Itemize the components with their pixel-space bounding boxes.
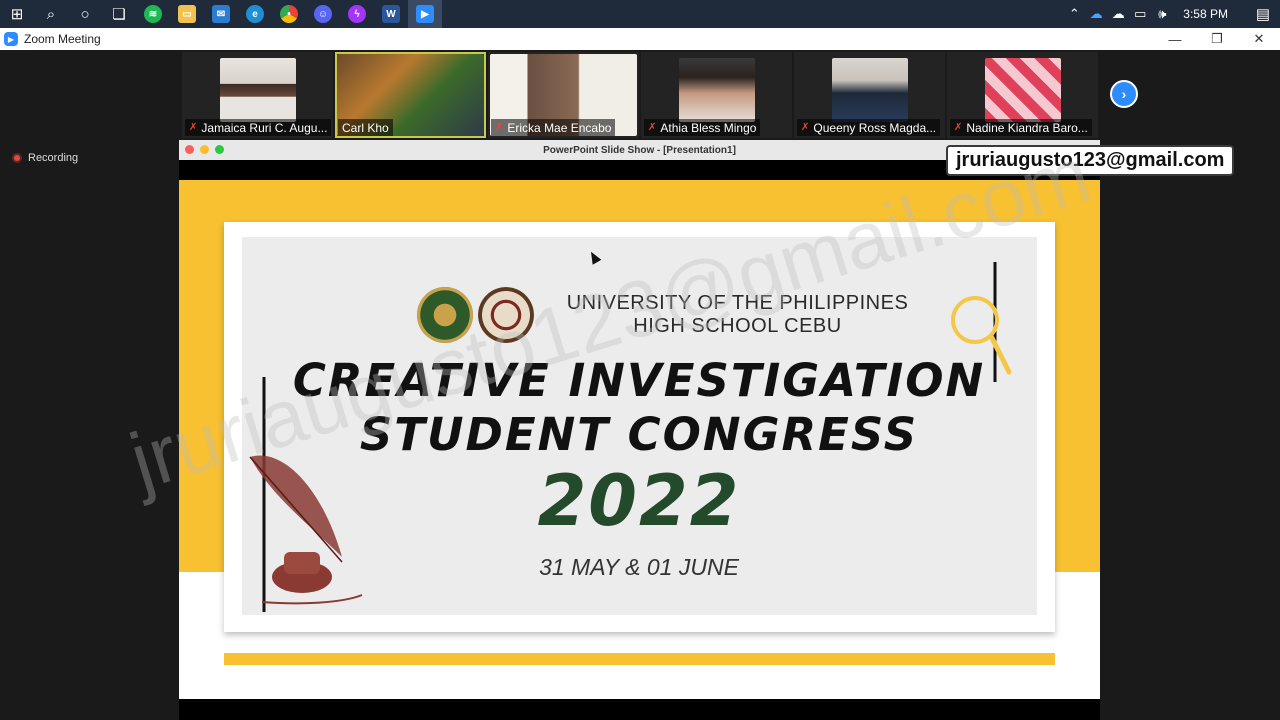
notifications-icon[interactable]: ▤ [1246,5,1280,23]
maximize-dot-icon [215,145,224,154]
shared-screen: PowerPoint Slide Show - [Presentation1] … [179,140,1100,720]
spotify-icon[interactable]: ≋ [136,0,170,28]
messenger-icon[interactable]: ϟ [340,0,374,28]
minimize-dot-icon [200,145,209,154]
participant-name: Queeny Ross Magda... [813,120,937,135]
file-explorer-icon[interactable]: ▭ [170,0,204,28]
participant-tile[interactable]: ✗ Queeny Ross Magda... [794,52,945,138]
zoom-logo-icon: ▶ [4,32,18,46]
chrome-icon[interactable]: • [272,0,306,28]
zoom-icon[interactable]: ▶ [408,0,442,28]
cortana-icon[interactable]: ○ [68,0,102,28]
participant-video [220,58,296,122]
muted-mic-icon: ✗ [801,122,810,133]
network-icon[interactable]: ▭ [1129,6,1151,22]
mail-icon[interactable]: ✉ [204,0,238,28]
participant-strip: ✗ Jamaica Ruri C. Augu... Carl Kho ✗ Erick… [182,52,1098,138]
slide-title-line1: CREATIVE INVESTIGATION [292,354,986,407]
windows-taskbar: ⊞ ⌕ ○ ❏ ≋ ▭ ✉ e • ☺ ϟ W ▶ ⌃ ☁ ☁ ▭ 🕪 3:58… [0,0,1280,28]
participant-video [679,58,755,122]
participant-name: Jamaica Ruri C. Augu... [201,120,328,135]
window-titlebar: ▶ Zoom Meeting — ❐ ✕ [0,28,1280,50]
restore-button[interactable]: ❐ [1196,28,1238,50]
recording-indicator[interactable]: Recording [12,152,78,164]
edge-icon[interactable]: e [238,0,272,28]
slide-date: 31 MAY & 01 JUNE [539,554,739,580]
minimize-button[interactable]: — [1154,28,1196,50]
participant-name: Ericka Mae Encabo [507,120,612,135]
volume-icon[interactable]: 🕪 [1151,6,1173,22]
school-name: HIGH SCHOOL CEBU [633,315,842,337]
muted-mic-icon: ✗ [189,122,198,133]
recording-label: Recording [28,152,79,164]
close-dot-icon [185,145,194,154]
slide-year: 2022 [537,460,741,542]
participant-video [985,58,1061,122]
recording-dot-icon [12,153,22,163]
discord-icon[interactable]: ☺ [306,0,340,28]
participant-video [832,58,908,122]
window-title: Zoom Meeting [24,32,101,46]
slide-title-line2: STUDENT CONGRESS [359,408,919,461]
word-icon[interactable]: W [374,0,408,28]
participant-name: Athia Bless Mingo [660,120,757,135]
system-tray: ⌃ ☁ ☁ ▭ 🕪 3:58 PM ▤ [1063,0,1280,28]
chevron-right-icon: › [1121,86,1127,102]
participant-tile[interactable]: ✗ Ericka Mae Encabo [488,52,639,138]
slide-card: UNIVERSITY OF THE PHILIPPINES HIGH SCHOO… [224,222,1055,632]
search-icon[interactable]: ⌕ [34,0,68,28]
next-participants-button[interactable]: › [1110,80,1138,108]
cloud-icon[interactable]: ☁ [1107,6,1129,22]
slide: UNIVERSITY OF THE PHILIPPINES HIGH SCHOO… [179,180,1100,699]
close-button[interactable]: ✕ [1238,28,1280,50]
participant-name: Nadine Kiandra Baro... [966,120,1088,135]
slideshow-title: PowerPoint Slide Show - [Presentation1] [543,144,736,156]
task-view-icon[interactable]: ❏ [102,0,136,28]
university-name: UNIVERSITY OF THE PHILIPPINES [566,292,909,314]
chevron-up-icon[interactable]: ⌃ [1063,6,1085,22]
muted-mic-icon: ✗ [648,122,657,133]
slide-footer-band [224,653,1055,665]
participant-tile[interactable]: ✗ Nadine Kiandra Baro... [947,52,1098,138]
participant-name: Carl Kho [342,120,389,135]
windows-start-icon[interactable]: ⊞ [0,0,34,28]
participant-tile[interactable]: Carl Kho [335,52,486,138]
uphs-cebu-seal-icon [478,287,534,343]
muted-mic-icon: ✗ [495,122,504,133]
clock[interactable]: 3:58 PM [1183,7,1228,21]
muted-mic-icon: ✗ [954,122,963,133]
participant-tile[interactable]: ✗ Athia Bless Mingo [641,52,792,138]
participant-tile[interactable]: ✗ Jamaica Ruri C. Augu... [182,52,333,138]
email-overlay: jruriaugusto123@gmail.com [948,147,1233,174]
onedrive-icon[interactable]: ☁ [1085,6,1107,22]
up-seal-icon [417,287,473,343]
